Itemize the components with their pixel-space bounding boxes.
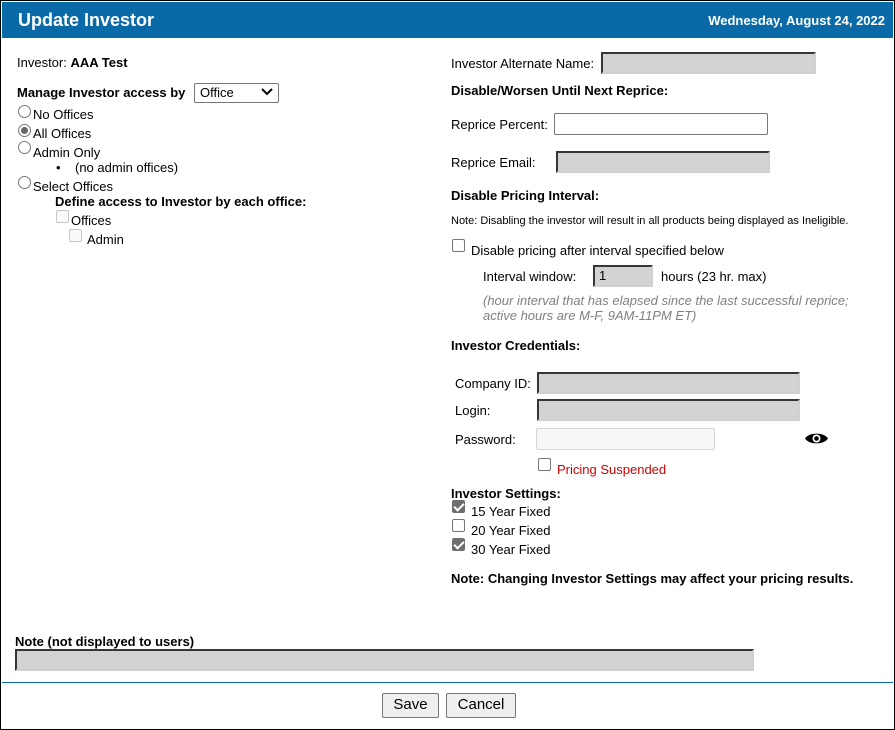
settings-heading: Investor Settings:: [451, 486, 561, 501]
company-id-input[interactable]: [537, 372, 800, 394]
investor-name: AAA Test: [70, 55, 128, 70]
login-input[interactable]: [537, 399, 800, 421]
setting-15-year-checkbox[interactable]: [452, 500, 465, 513]
title-bar: Update Investor Wednesday, August 24, 20…: [2, 2, 893, 38]
interval-hint-line2: active hours are M-F, 9AM-11PM ET): [483, 308, 697, 323]
cancel-button[interactable]: Cancel: [446, 693, 516, 718]
current-date: Wednesday, August 24, 2022: [708, 13, 885, 28]
pricing-suspended-checkbox[interactable]: [538, 458, 551, 471]
dialog-title: Update Investor: [18, 10, 155, 30]
radio-no-offices[interactable]: [18, 105, 31, 118]
manage-access-select[interactable]: Office: [194, 83, 279, 103]
eye-icon[interactable]: [804, 431, 829, 446]
setting-20-year-label: 20 Year Fixed: [471, 523, 551, 538]
radio-all-offices[interactable]: [18, 124, 31, 137]
reprice-percent-input[interactable]: [554, 113, 768, 135]
interval-hint-line1: (hour interval that has elapsed since th…: [483, 293, 849, 308]
reprice-email-input[interactable]: [556, 151, 770, 173]
footer-divider: [2, 682, 893, 683]
password-label: Password:: [455, 432, 516, 447]
setting-30-year-checkbox[interactable]: [452, 538, 465, 551]
note-label: Note (not displayed to users): [15, 634, 195, 649]
interval-hours-label: hours (23 hr. max): [661, 269, 767, 284]
radio-admin-only[interactable]: [18, 141, 31, 154]
radio-select-offices-label: Select Offices: [33, 179, 113, 194]
save-button[interactable]: Save: [382, 693, 439, 718]
radio-select-offices[interactable]: [18, 176, 31, 189]
settings-note: Note: Changing Investor Settings may aff…: [451, 571, 854, 586]
offices-checkbox[interactable]: [56, 210, 69, 223]
manage-access-label: Manage Investor access by: [17, 85, 186, 100]
disable-interval-label: Disable pricing after interval specified…: [471, 243, 724, 258]
admin-label: Admin: [87, 232, 124, 247]
admin-offices-bullet: • (no admin offices): [56, 160, 179, 175]
disable-worsen-heading: Disable/Worsen Until Next Reprice:: [451, 83, 669, 98]
define-access-label: Define access to Investor by each office…: [55, 194, 307, 209]
interval-window-input[interactable]: 1: [593, 265, 653, 287]
investor-label: Investor: AAA Test: [17, 55, 128, 70]
password-input[interactable]: [536, 428, 715, 450]
admin-checkbox[interactable]: [69, 229, 82, 242]
chevron-down-icon: [261, 88, 273, 96]
alt-name-label: Investor Alternate Name:: [451, 56, 595, 71]
disable-pricing-heading: Disable Pricing Interval:: [451, 188, 600, 203]
radio-admin-only-label: Admin Only: [33, 145, 101, 160]
note-input[interactable]: [15, 649, 754, 671]
setting-15-year-label: 15 Year Fixed: [471, 504, 551, 519]
company-id-label: Company ID:: [455, 376, 531, 391]
setting-30-year-label: 30 Year Fixed: [471, 542, 551, 557]
update-investor-dialog: Update Investor Wednesday, August 24, 20…: [0, 0, 895, 730]
disable-interval-checkbox[interactable]: [452, 239, 465, 252]
radio-all-offices-label: All Offices: [33, 126, 92, 141]
manage-access-select-value: Office: [200, 85, 234, 100]
alt-name-input[interactable]: [601, 52, 816, 74]
reprice-percent-label: Reprice Percent:: [451, 117, 548, 132]
login-label: Login:: [455, 403, 491, 418]
disable-note: Note: Disabling the investor will result…: [451, 215, 849, 227]
radio-no-offices-label: No Offices: [33, 107, 94, 122]
interval-window-label: Interval window:: [483, 269, 577, 284]
credentials-heading: Investor Credentials:: [451, 338, 581, 353]
offices-label: Offices: [71, 213, 112, 228]
pricing-suspended-label: Pricing Suspended: [557, 462, 667, 477]
setting-20-year-checkbox[interactable]: [452, 519, 465, 532]
reprice-email-label: Reprice Email:: [451, 155, 536, 170]
